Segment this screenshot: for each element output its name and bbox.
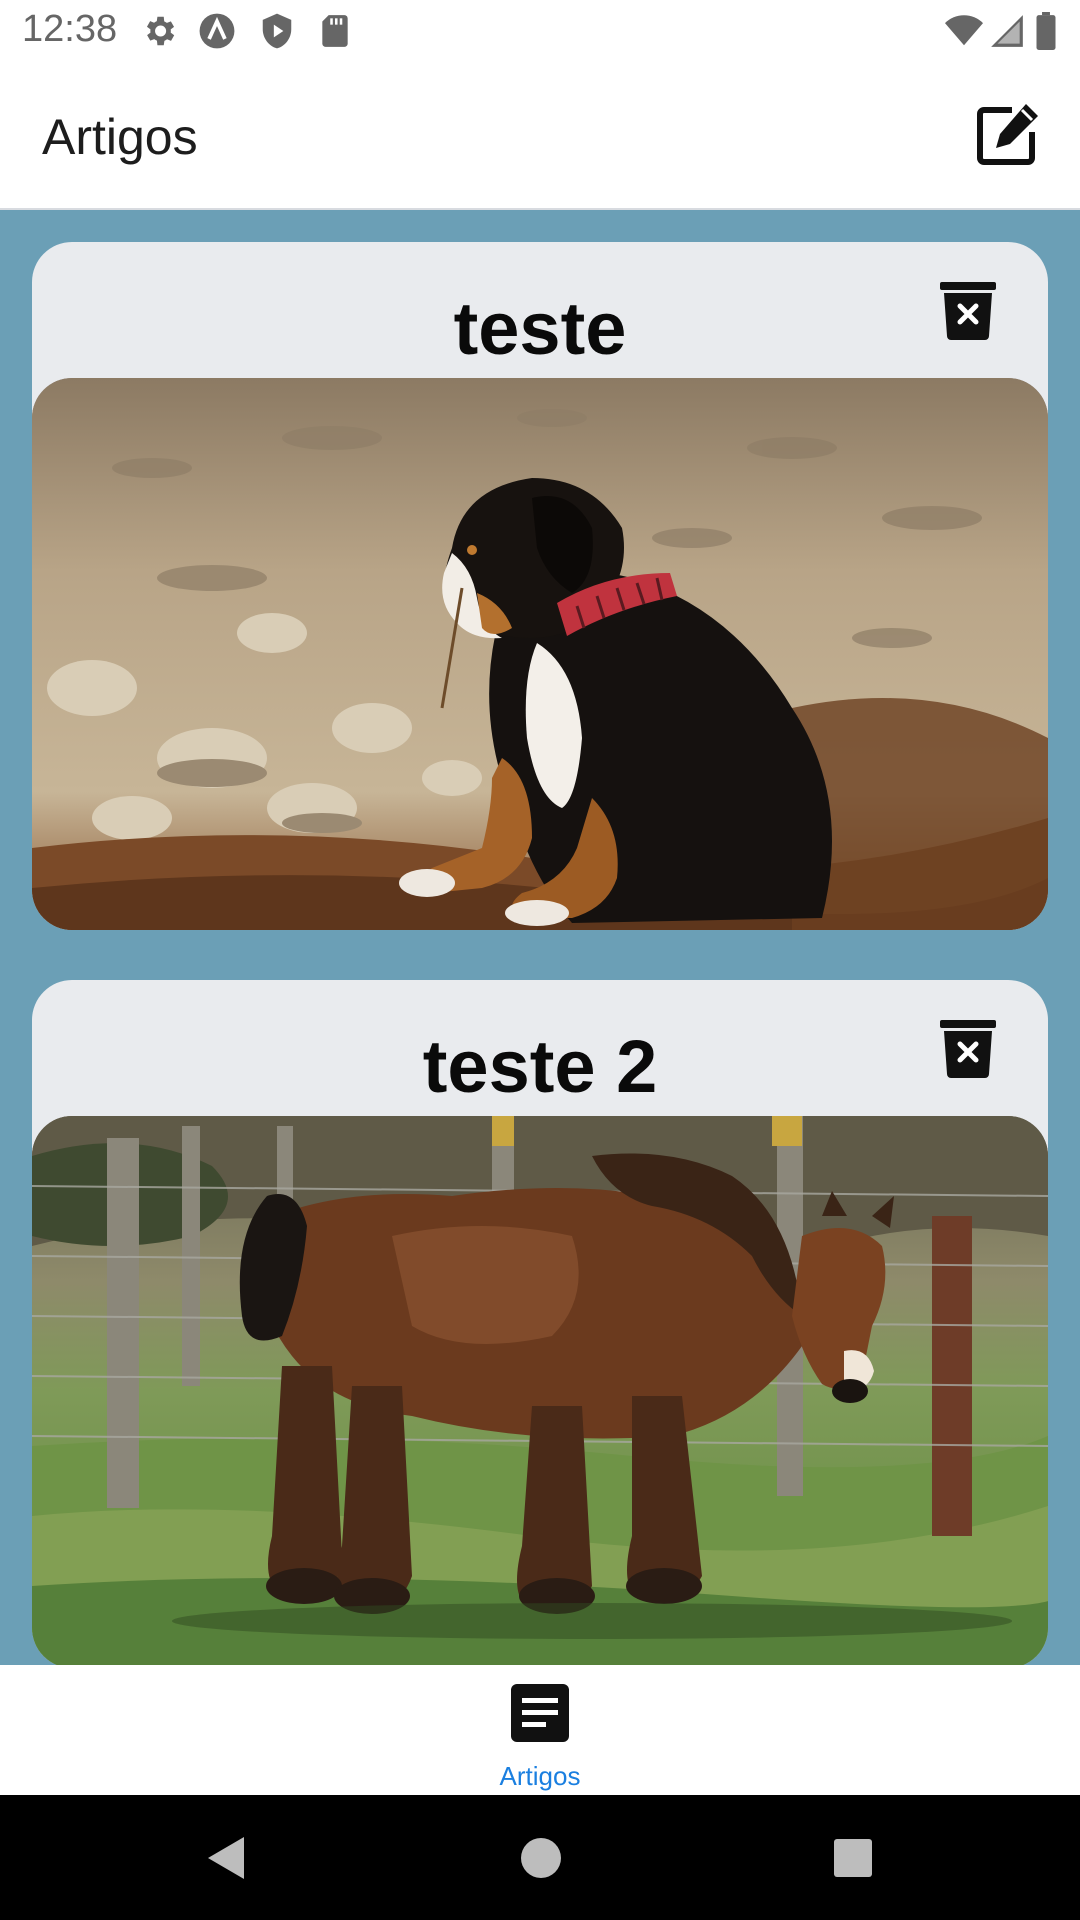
status-time: 12:38 <box>22 8 118 50</box>
home-icon[interactable] <box>514 1831 568 1885</box>
signal-icon <box>988 12 1026 50</box>
battery-icon <box>1034 12 1060 50</box>
article-card[interactable]: teste <box>32 242 1048 930</box>
gear-icon <box>140 12 178 50</box>
page-title: Artigos <box>42 109 198 165</box>
article-list[interactable]: teste teste 2 <box>0 210 1080 1665</box>
back-icon[interactable] <box>200 1831 254 1885</box>
bottom-nav: Artigos <box>0 1665 1080 1795</box>
article-icon <box>510 1683 570 1743</box>
horse-photo[interactable] <box>32 1116 1048 1665</box>
system-nav <box>0 1795 1080 1920</box>
app-bar: Artigos <box>0 64 1080 210</box>
wifi-icon <box>944 12 983 50</box>
status-bar: 12:38 <box>0 0 1080 64</box>
puppy-photo[interactable] <box>32 378 1048 930</box>
nav-item-artigos[interactable]: Artigos <box>440 1665 640 1795</box>
nav-item-label: Artigos <box>499 1761 581 1791</box>
article-card[interactable]: teste 2 <box>32 980 1048 1665</box>
screen: 12:38 Artigos teste teste 2 Artigos <box>0 0 1080 1920</box>
sd-card-icon <box>316 12 354 50</box>
article-title: teste <box>453 287 627 370</box>
a-icon <box>198 12 236 50</box>
recents-icon[interactable] <box>826 1831 880 1885</box>
shield-play-icon <box>258 12 296 50</box>
edit-note-icon[interactable] <box>974 102 1040 168</box>
delete-icon[interactable] <box>938 280 998 340</box>
article-title: teste 2 <box>422 1025 658 1108</box>
delete-icon[interactable] <box>938 1018 998 1078</box>
